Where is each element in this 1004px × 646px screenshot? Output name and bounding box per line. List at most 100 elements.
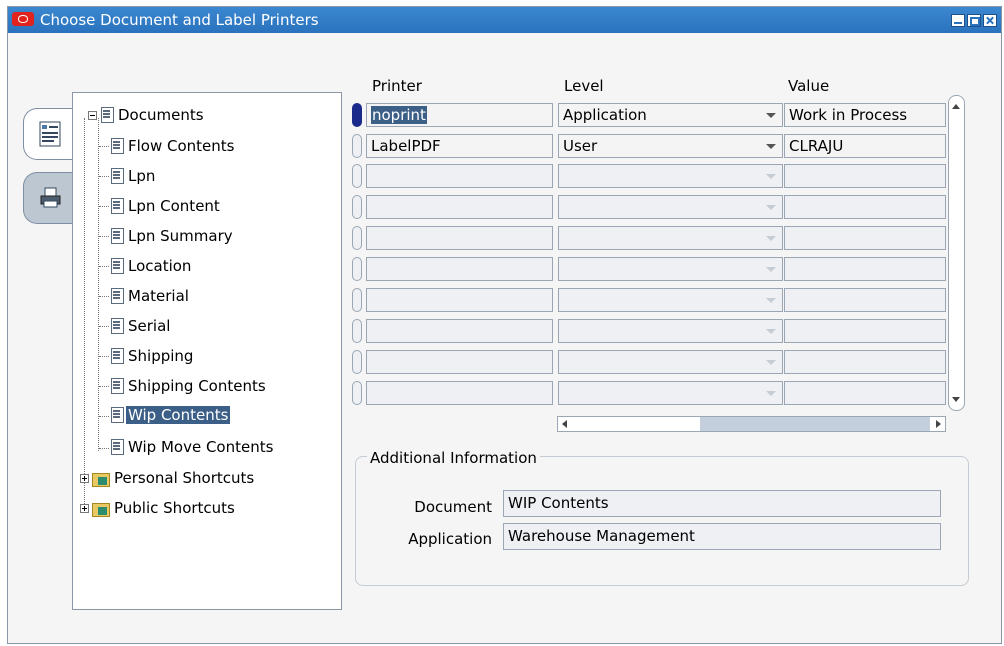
application-field[interactable]: Warehouse Management <box>503 523 941 550</box>
chevron-down-icon <box>766 236 776 241</box>
additional-information-legend: Additional Information <box>367 449 540 467</box>
horizontal-scrollbar[interactable] <box>557 416 946 432</box>
tree-node-public-shortcuts[interactable]: Public Shortcuts <box>80 497 237 519</box>
tree-node-documents[interactable]: Documents <box>88 104 206 126</box>
tab-printers[interactable] <box>23 172 75 224</box>
document-icon <box>110 348 124 364</box>
tab-documents[interactable] <box>23 108 75 160</box>
printer-icon <box>40 187 61 208</box>
chevron-down-icon <box>766 267 776 272</box>
expand-icon[interactable] <box>80 473 89 483</box>
column-header-level: Level <box>564 77 604 95</box>
level-select[interactable] <box>558 381 783 405</box>
scroll-down-icon[interactable] <box>952 397 960 402</box>
row-indicator[interactable] <box>352 195 362 219</box>
tree-node-wip-move-contents[interactable]: Wip Move Contents <box>110 436 275 458</box>
chevron-down-icon <box>766 329 776 334</box>
level-select[interactable] <box>558 164 783 188</box>
additional-information-group <box>355 456 969 586</box>
tree-node-shipping-contents[interactable]: Shipping Contents <box>110 375 268 397</box>
value-field[interactable]: Work in Process <box>784 103 946 127</box>
row-indicator[interactable] <box>352 257 362 281</box>
tree-node-material[interactable]: Material <box>110 285 191 307</box>
document-icon <box>110 138 124 154</box>
level-select[interactable]: Application <box>558 103 783 127</box>
application-label: Application <box>408 530 492 548</box>
tree-node-wip-contents[interactable]: Wip Contents <box>110 404 231 426</box>
printer-field[interactable]: LabelPDF <box>366 134 553 158</box>
value-field[interactable] <box>784 257 946 281</box>
tree-node-flow-contents[interactable]: Flow Contents <box>110 135 236 157</box>
level-select[interactable] <box>558 350 783 374</box>
value-field[interactable] <box>784 288 946 312</box>
tree-node-serial[interactable]: Serial <box>110 315 172 337</box>
oracle-logo-icon <box>12 12 34 26</box>
collapse-icon[interactable] <box>88 110 97 120</box>
scroll-thumb[interactable] <box>700 417 930 431</box>
document-icon <box>110 228 124 244</box>
row-indicator[interactable] <box>352 103 362 127</box>
row-indicator[interactable] <box>352 134 362 158</box>
printer-field[interactable] <box>366 381 553 405</box>
row-indicator[interactable] <box>352 226 362 250</box>
document-icon <box>100 107 114 123</box>
document-icon <box>110 439 124 455</box>
value-field[interactable] <box>784 195 946 219</box>
row-indicator[interactable] <box>352 381 362 405</box>
row-indicator[interactable] <box>352 164 362 188</box>
chevron-down-icon <box>766 391 776 396</box>
chevron-down-icon <box>766 205 776 210</box>
tree-node-lpn-content[interactable]: Lpn Content <box>110 195 222 217</box>
chevron-down-icon <box>766 360 776 365</box>
row-indicator[interactable] <box>352 288 362 312</box>
level-select[interactable] <box>558 288 783 312</box>
scroll-left-icon[interactable] <box>562 420 567 428</box>
level-select[interactable] <box>558 319 783 343</box>
document-label: Document <box>414 498 492 516</box>
row-indicator[interactable] <box>352 350 362 374</box>
chevron-down-icon <box>766 113 776 118</box>
document-field[interactable]: WIP Contents <box>503 490 941 517</box>
document-icon <box>110 198 124 214</box>
folder-icon <box>92 501 110 517</box>
value-field[interactable] <box>784 350 946 374</box>
value-field[interactable] <box>784 226 946 250</box>
document-icon <box>110 378 124 394</box>
expand-icon[interactable] <box>80 503 89 513</box>
printer-field[interactable] <box>366 257 553 281</box>
printer-field[interactable] <box>366 319 553 343</box>
column-header-printer: Printer <box>372 77 422 95</box>
printer-field[interactable] <box>366 288 553 312</box>
title-bar: Choose Document and Label Printers <box>8 7 1001 33</box>
close-button[interactable] <box>983 14 997 27</box>
printer-field[interactable] <box>366 164 553 188</box>
document-icon <box>110 407 124 423</box>
vertical-scrollbar[interactable] <box>948 95 965 411</box>
minimize-button[interactable] <box>951 14 965 27</box>
tree-node-personal-shortcuts[interactable]: Personal Shortcuts <box>80 467 256 489</box>
document-icon <box>110 318 124 334</box>
tree-node-location[interactable]: Location <box>110 255 193 277</box>
printer-field[interactable] <box>366 226 553 250</box>
value-field[interactable] <box>784 164 946 188</box>
value-field[interactable] <box>784 381 946 405</box>
level-select[interactable] <box>558 257 783 281</box>
level-select[interactable] <box>558 226 783 250</box>
printer-field[interactable] <box>366 350 553 374</box>
tree-node-lpn-summary[interactable]: Lpn Summary <box>110 225 235 247</box>
level-select[interactable]: User <box>558 134 783 158</box>
scroll-up-icon[interactable] <box>952 104 960 109</box>
window-title: Choose Document and Label Printers <box>40 11 319 29</box>
printer-field[interactable] <box>366 195 553 219</box>
value-field[interactable]: CLRAJU <box>784 134 946 158</box>
document-list-icon <box>39 121 61 147</box>
tree-node-lpn[interactable]: Lpn <box>110 165 157 187</box>
value-field[interactable] <box>784 319 946 343</box>
row-indicator[interactable] <box>352 319 362 343</box>
chevron-down-icon <box>766 298 776 303</box>
scroll-right-icon[interactable] <box>936 420 941 428</box>
printer-field[interactable]: noprint <box>366 103 553 127</box>
tree-node-shipping[interactable]: Shipping <box>110 345 195 367</box>
maximize-button[interactable] <box>967 14 981 27</box>
level-select[interactable] <box>558 195 783 219</box>
